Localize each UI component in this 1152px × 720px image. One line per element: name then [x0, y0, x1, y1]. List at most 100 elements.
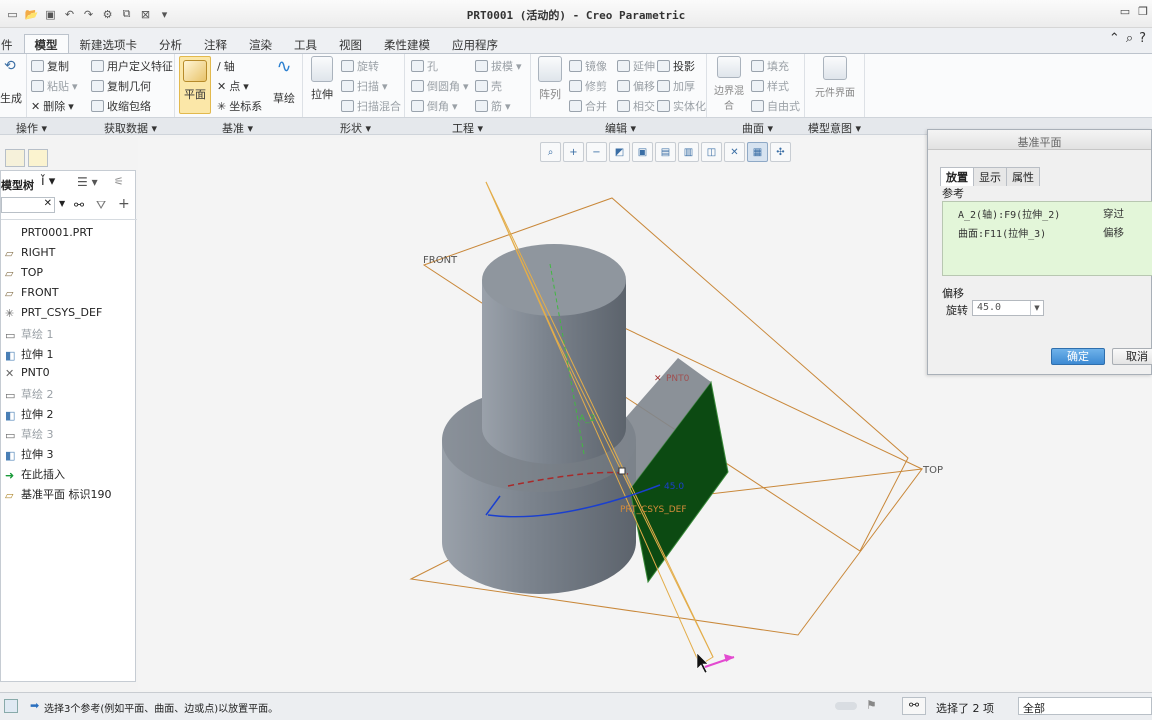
selection-filter-select[interactable]: 全部 — [1018, 697, 1152, 715]
add-icon[interactable]: + — [118, 196, 130, 212]
help-icon[interactable]: ? — [1139, 31, 1146, 46]
tree-item[interactable]: ▭ 草绘 1 — [5, 326, 54, 342]
display-style-icon[interactable]: ▣ — [632, 142, 653, 162]
extrude-button[interactable]: 拉伸 — [307, 56, 337, 102]
group-label-shapes[interactable]: 形状 ▾ — [340, 120, 371, 136]
group-label-model-intent[interactable]: 模型意图 ▾ — [808, 120, 861, 136]
csys-button[interactable]: ✳ 坐标系 — [217, 98, 262, 114]
regenerate-button[interactable]: 生成 — [0, 90, 22, 106]
project-button[interactable]: 投影 — [657, 58, 695, 74]
reference-constraint[interactable]: 穿过 — [1103, 206, 1124, 221]
style-button[interactable]: 样式 — [751, 78, 789, 94]
point-button[interactable]: ✕ 点 ▾ — [217, 78, 249, 94]
tree-item[interactable]: ✳ PRT_CSYS_DEF — [5, 306, 102, 320]
swept-blend-button[interactable]: 扫描混合 — [341, 98, 401, 114]
paste-button[interactable]: 粘贴 ▾ — [31, 78, 78, 94]
group-label-surfaces[interactable]: 曲面 ▾ — [742, 120, 773, 136]
zoom-in-icon[interactable]: + — [563, 142, 584, 162]
chamfer-button[interactable]: 倒角 ▾ — [411, 98, 458, 114]
status-toggle-icon[interactable] — [4, 699, 18, 713]
reference-row[interactable]: 曲面:F11(拉伸_3) — [958, 225, 1046, 240]
extend-button[interactable]: 延伸 — [617, 58, 655, 74]
tree-filter-icon[interactable]: ⚟ — [114, 175, 124, 188]
favorites-icon[interactable] — [28, 149, 48, 167]
mirror-button[interactable]: 镜像 — [569, 58, 607, 74]
tree-item[interactable]: ◧ 拉伸 1 — [5, 346, 54, 362]
filter-icon[interactable]: ⛛ — [96, 198, 106, 213]
flag-icon[interactable]: ⚑ — [866, 698, 877, 712]
axis-button[interactable]: / 轴 — [217, 58, 235, 74]
tree-item[interactable]: ▱ TOP — [5, 266, 43, 280]
tree-item[interactable]: ◧ 拉伸 2 — [5, 406, 54, 422]
hole-button[interactable]: 孔 — [411, 58, 438, 74]
clear-search-icon[interactable]: ✕ — [44, 198, 52, 209]
angle-value-label[interactable]: 45.0 — [664, 482, 684, 492]
shell-button[interactable]: 壳 — [475, 78, 502, 94]
tab-properties[interactable]: 属性 — [1006, 167, 1040, 186]
tree-item[interactable]: ✕ PNT0 — [5, 366, 50, 380]
tree-item[interactable]: ◧ 拉伸 3 — [5, 446, 54, 462]
draft-button[interactable]: 拔模 ▾ — [475, 58, 522, 74]
datum-display-icon[interactable]: ✕ — [724, 142, 745, 162]
group-label-datum[interactable]: 基准 ▾ — [222, 120, 253, 136]
trim-button[interactable]: 修剪 — [569, 78, 607, 94]
tree-item[interactable]: ▱ 基准平面 标识190 — [5, 486, 112, 502]
group-label-editing[interactable]: 编辑 ▾ — [605, 120, 636, 136]
intersect-button[interactable]: 相交 — [617, 98, 655, 114]
shrinkwrap-button[interactable]: 收缩包络 — [91, 98, 151, 114]
merge-button[interactable]: 合并 — [569, 98, 607, 114]
pattern-button[interactable]: 阵列 — [535, 56, 565, 102]
solidify-button[interactable]: 实体化 — [657, 98, 706, 114]
copy-geometry-button[interactable]: 复制几何 — [91, 78, 151, 94]
fill-button[interactable]: 填充 — [751, 58, 789, 74]
perspective-icon[interactable]: ◫ — [701, 142, 722, 162]
restore-icon[interactable]: ❐ — [1138, 5, 1148, 18]
upper-cylinder-top[interactable] — [482, 244, 626, 316]
copy-button[interactable]: 复制 — [31, 58, 69, 74]
tree-columns-icon[interactable]: ☰ ▾ — [77, 175, 98, 189]
revolve-button[interactable]: 旋转 — [341, 58, 379, 74]
rotation-dropdown-icon[interactable]: ▼ — [1030, 301, 1043, 315]
tree-item[interactable]: ▱ FRONT — [5, 286, 59, 300]
tree-item[interactable]: ▱ RIGHT — [5, 246, 55, 260]
zoom-out-icon[interactable]: − — [586, 142, 607, 162]
refit-icon[interactable]: ⌕ — [540, 142, 561, 162]
group-label-operations[interactable]: 操作 ▾ — [16, 120, 47, 136]
component-interface-button[interactable]: 元件界面 — [811, 56, 859, 99]
reference-constraint[interactable]: 偏移 — [1103, 225, 1124, 240]
collapse-ribbon-icon[interactable]: ⌃ — [1109, 31, 1120, 46]
offset-button[interactable]: 偏移 — [617, 78, 655, 94]
tree-search-input[interactable]: ✕ — [1, 197, 55, 213]
model-tree-header[interactable]: 模型树 — [1, 177, 34, 193]
search-icon[interactable]: ⌕ — [1126, 31, 1133, 46]
boundary-blend-button[interactable]: 边界混合 — [711, 56, 747, 112]
reference-row[interactable]: A_2(轴):F9(拉伸_2) — [958, 206, 1060, 221]
find-binoculars-icon[interactable]: ⚯ — [74, 198, 84, 212]
search-dropdown-icon[interactable]: ▼ — [59, 199, 65, 208]
group-label-get-data[interactable]: 获取数据 ▾ — [104, 120, 157, 136]
tab-display[interactable]: 显示 — [973, 167, 1007, 186]
ok-button[interactable]: 确定 — [1051, 348, 1105, 365]
references-list[interactable]: A_2(轴):F9(拉伸_2) 穿过 曲面:F11(拉伸_3) 偏移 — [942, 201, 1152, 276]
delete-button[interactable]: ✕ 删除 ▾ — [31, 98, 74, 114]
cancel-button[interactable]: 取消 — [1112, 348, 1152, 365]
tree-item[interactable]: PRT0001.PRT — [5, 226, 93, 239]
round-button[interactable]: 倒圆角 ▾ — [411, 78, 469, 94]
drag-handle[interactable] — [618, 467, 626, 475]
sweep-button[interactable]: 扫描 ▾ — [341, 78, 388, 94]
tree-item[interactable]: ▭ 草绘 2 — [5, 386, 54, 402]
repaint-icon[interactable]: ◩ — [609, 142, 630, 162]
spin-center-icon[interactable]: ✣ — [770, 142, 791, 162]
tree-item[interactable]: ▭ 草绘 3 — [5, 426, 54, 442]
minimize-icon[interactable]: ▭ — [1120, 5, 1130, 18]
udf-button[interactable]: 用户定义特征 — [91, 58, 173, 74]
freestyle-button[interactable]: 自由式 — [751, 98, 800, 114]
saved-views-icon[interactable]: ▤ — [655, 142, 676, 162]
annotation-display-icon[interactable]: ▦ — [747, 142, 768, 162]
thicken-button[interactable]: 加厚 — [657, 78, 695, 94]
tree-settings-icon[interactable]: ǐ ▾ — [41, 174, 55, 189]
find-icon[interactable]: ⚯ — [902, 697, 926, 715]
folder-browser-icon[interactable] — [5, 149, 25, 167]
rib-button[interactable]: 筋 ▾ — [475, 98, 511, 114]
group-label-engineering[interactable]: 工程 ▾ — [452, 120, 483, 136]
